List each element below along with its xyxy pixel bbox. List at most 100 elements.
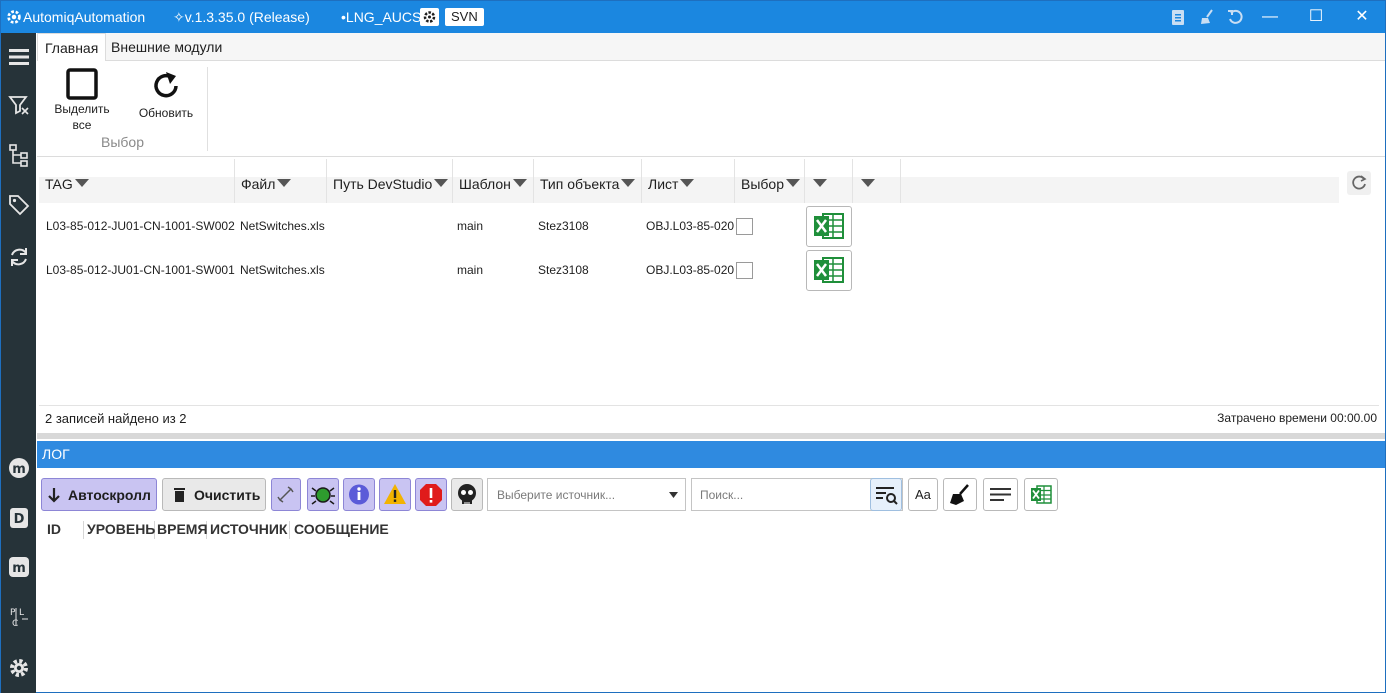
export-excel-button[interactable] — [1024, 478, 1058, 511]
tree-icon[interactable] — [7, 143, 31, 167]
match-case-button[interactable]: Aa — [908, 478, 938, 511]
filter-triangle-icon[interactable] — [786, 179, 800, 187]
filter-triangle-icon[interactable] — [277, 179, 292, 187]
app-window: AutomiqAutomation ✧v.1.3.35.0 (Release) … — [0, 0, 1386, 693]
wrap-text-button[interactable] — [983, 478, 1018, 511]
clear-log-button[interactable]: Очистить — [162, 478, 266, 511]
project-name: •LNG_AUCS — [341, 9, 422, 25]
row-select-checkbox[interactable] — [736, 262, 753, 279]
column-selection[interactable]: Выбор — [735, 159, 805, 203]
grid-header: TAG Файл Путь DevStudio Шаблон Тип объек… — [39, 159, 1339, 203]
svg-text:P: P — [10, 608, 16, 618]
checkbox-square-icon — [66, 68, 98, 100]
m-icon[interactable]: m — [7, 456, 31, 480]
select-all-button[interactable]: Выделить все — [51, 65, 113, 133]
ribbon-separator — [207, 67, 208, 151]
undo-icon[interactable] — [1226, 8, 1244, 26]
tab-main[interactable]: Главная — [37, 33, 107, 62]
gear-icon — [423, 11, 436, 23]
filter-triangle-icon[interactable] — [813, 179, 827, 187]
error-icon — [420, 484, 442, 506]
error-filter-button[interactable] — [415, 478, 447, 511]
fatal-filter-button[interactable] — [451, 478, 483, 511]
filter-triangle-icon[interactable] — [74, 179, 89, 187]
menu-icon[interactable] — [7, 45, 31, 69]
debug-filter-button[interactable] — [307, 478, 339, 511]
app-version: ✧v.1.3.35.0 (Release) — [173, 9, 310, 25]
svn-button[interactable]: SVN — [445, 8, 484, 26]
trash-icon — [174, 488, 185, 502]
svg-text:C: C — [12, 619, 18, 629]
maximize-button[interactable]: ☐ — [1293, 1, 1339, 33]
log-col-message[interactable]: СООБЩЕНИЕ — [294, 521, 393, 539]
row-select-checkbox[interactable] — [736, 218, 753, 235]
title-bar: AutomiqAutomation ✧v.1.3.35.0 (Release) … — [1, 1, 1385, 33]
column-devstudio-path[interactable]: Путь DevStudio — [327, 159, 453, 203]
arrow-down-icon — [48, 488, 60, 503]
grid-refresh-button[interactable] — [1347, 171, 1371, 195]
bug-icon — [311, 487, 335, 505]
filter-triangle-icon[interactable] — [434, 179, 449, 187]
refresh-icon — [154, 72, 178, 98]
sync-icon[interactable] — [7, 245, 31, 269]
open-excel-button[interactable] — [806, 206, 852, 247]
gear-icon — [7, 10, 21, 24]
search-button[interactable] — [870, 478, 902, 511]
route-icon — [277, 486, 294, 503]
column-excel[interactable] — [805, 159, 853, 203]
table-row[interactable]: L03-85-012-JU01-CN-1001-SW002 NetSwitche… — [39, 204, 1339, 248]
svg-text:D: D — [14, 512, 25, 527]
ribbon: Выделить все Обновить Выбор — [37, 61, 1385, 157]
filter-triangle-icon[interactable] — [680, 179, 695, 187]
log-panel-header: ЛОГ — [37, 441, 1385, 468]
source-select[interactable]: Выберите источник... — [487, 478, 686, 511]
tags-icon[interactable] — [7, 193, 31, 217]
log-col-source[interactable]: ИСТОЧНИК — [210, 521, 290, 539]
column-object-type[interactable]: Тип объекта — [534, 159, 642, 203]
filter-triangle-icon[interactable] — [512, 179, 527, 187]
settings-icon[interactable] — [7, 656, 31, 680]
close-button[interactable]: ✕ — [1339, 1, 1385, 33]
d-icon[interactable]: D — [7, 506, 31, 530]
filter-icon[interactable] — [7, 93, 31, 117]
tab-external-modules[interactable]: Внешние модули — [104, 33, 229, 61]
filter-triangle-icon[interactable] — [621, 179, 636, 187]
svg-text:m: m — [12, 561, 26, 576]
m-box-icon[interactable]: m — [7, 555, 31, 579]
search-list-icon — [876, 487, 898, 505]
clear-search-button[interactable] — [943, 478, 977, 511]
refresh-button[interactable]: Обновить — [133, 65, 199, 121]
grid-footer: 2 записей найдено из 2 Затрачено времени… — [39, 405, 1379, 429]
open-excel-button[interactable] — [806, 250, 852, 291]
column-template[interactable]: Шаблон — [453, 159, 534, 203]
filter-triangle-icon[interactable] — [861, 179, 875, 187]
info-icon — [349, 484, 369, 505]
lines-icon — [990, 488, 1011, 501]
refresh-icon — [1352, 175, 1367, 190]
column-extra[interactable] — [853, 159, 901, 203]
log-col-time[interactable]: ВРЕМЯ — [157, 521, 208, 539]
column-tag[interactable]: TAG — [39, 159, 235, 203]
column-file[interactable]: Файл — [235, 159, 327, 203]
ribbon-group-label: Выбор — [101, 134, 144, 150]
route-filter-button[interactable] — [271, 478, 301, 511]
warning-filter-button[interactable] — [379, 478, 411, 511]
excel-icon — [1031, 485, 1052, 504]
left-sidebar: m D m PLC — [1, 33, 36, 693]
clipboard-icon[interactable] — [1169, 8, 1187, 26]
log-col-level[interactable]: УРОВЕНЬ — [87, 521, 155, 539]
plc-icon[interactable]: P LC — [7, 605, 31, 629]
column-sheet[interactable]: Лист — [642, 159, 735, 203]
app-title: AutomiqAutomation — [23, 9, 146, 25]
data-grid: TAG Файл Путь DevStudio Шаблон Тип объек… — [39, 159, 1385, 429]
table-row[interactable]: L03-85-012-JU01-CN-1001-SW001 NetSwitche… — [39, 248, 1339, 292]
autoscroll-button[interactable]: Автоскролл — [41, 478, 157, 511]
minimize-button[interactable]: — — [1247, 1, 1293, 33]
warning-icon — [384, 484, 406, 504]
pane-splitter[interactable] — [37, 433, 1385, 439]
excel-icon — [814, 213, 844, 239]
project-settings-button[interactable] — [420, 8, 439, 26]
log-col-id[interactable]: ID — [47, 521, 84, 539]
broom-icon[interactable] — [1198, 8, 1216, 26]
info-filter-button[interactable] — [343, 478, 375, 511]
